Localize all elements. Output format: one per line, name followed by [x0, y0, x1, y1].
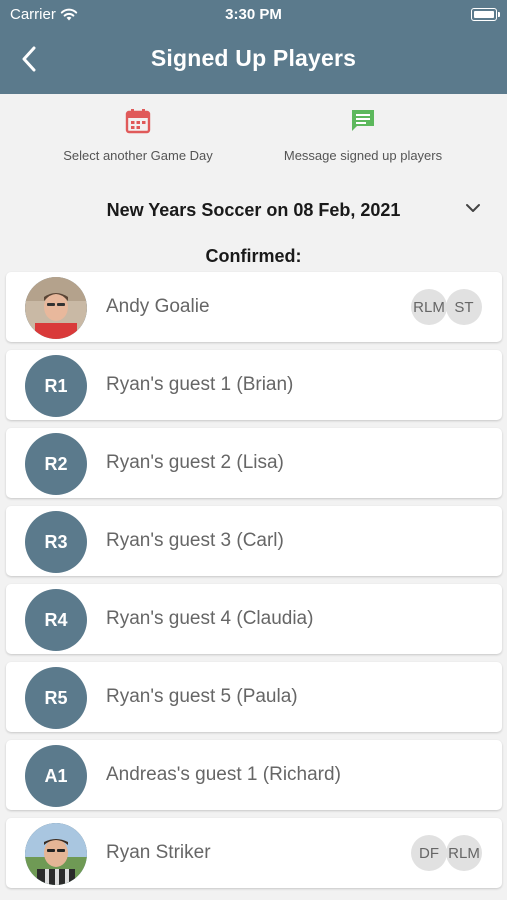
avatar [25, 823, 87, 885]
player-list: Andy Goalie RLM ST R1 Ryan's guest 1 (Brian)… [6, 272, 502, 896]
app-header: Carrier 3:30 PM Signed Up Players [0, 0, 507, 94]
page-title: Signed Up Players [150, 45, 357, 71]
game-day-selected: New Years Soccer on 08 Feb, 2021 [106, 200, 401, 220]
avatar: A1 [25, 745, 87, 807]
position-badge: ST [446, 289, 482, 325]
player-card[interactable]: R4 Ryan's guest 4 (Claudia) [6, 584, 502, 654]
player-card[interactable]: R5 Ryan's guest 5 (Paula) [6, 662, 502, 732]
position-badges: RLM ST [411, 289, 482, 325]
confirmed-heading: Confirmed: [205, 246, 302, 266]
status-time: 3:30 PM [225, 6, 282, 23]
player-name: Ryan's guest 4 (Claudia) [106, 608, 314, 629]
status-bar: Carrier 3:30 PM [0, 0, 507, 28]
message-players-label: Message signed up players [283, 148, 443, 163]
game-day-dropdown[interactable]: New Years Soccer on 08 Feb, 2021 [0, 196, 507, 226]
position-badge: RLM [446, 835, 482, 871]
player-card[interactable]: Andy Goalie RLM ST [6, 272, 502, 342]
calendar-icon [125, 109, 151, 134]
andy-photo [25, 277, 87, 339]
action-bar: Select another Game Day Message signed u… [0, 108, 507, 178]
player-name: Andy Goalie [106, 296, 210, 317]
player-name: Ryan's guest 1 (Brian) [106, 374, 294, 395]
avatar: R2 [25, 433, 87, 495]
player-card[interactable]: R1 Ryan's guest 1 (Brian) [6, 350, 502, 420]
avatar: R3 [25, 511, 87, 573]
battery-icon [471, 8, 500, 21]
message-icon [352, 110, 374, 131]
player-name: Ryan Striker [106, 842, 211, 863]
position-badges: DF RLM [411, 835, 482, 871]
player-name: Ryan's guest 5 (Paula) [106, 686, 298, 707]
avatar: R5 [25, 667, 87, 729]
ryan-photo [25, 823, 87, 885]
select-game-day-label: Select another Game Day [63, 148, 213, 163]
message-players-button[interactable]: Message signed up players [264, 108, 462, 163]
player-card[interactable]: R3 Ryan's guest 3 (Carl) [6, 506, 502, 576]
player-name: Ryan's guest 3 (Carl) [106, 530, 284, 551]
avatar [25, 277, 87, 339]
player-card[interactable]: A1 Andreas's guest 1 (Richard) [6, 740, 502, 810]
chevron-down-icon [466, 204, 480, 212]
position-badge: DF [411, 835, 447, 871]
position-badge: RLM [411, 289, 447, 325]
avatar: R4 [25, 589, 87, 651]
player-name: Andreas's guest 1 (Richard) [106, 764, 341, 785]
avatar: R1 [25, 355, 87, 417]
player-name: Ryan's guest 2 (Lisa) [106, 452, 284, 473]
player-card[interactable]: Ryan Striker DF RLM [6, 818, 502, 888]
player-card[interactable]: R2 Ryan's guest 2 (Lisa) [6, 428, 502, 498]
select-game-day-button[interactable]: Select another Game Day [38, 108, 238, 163]
